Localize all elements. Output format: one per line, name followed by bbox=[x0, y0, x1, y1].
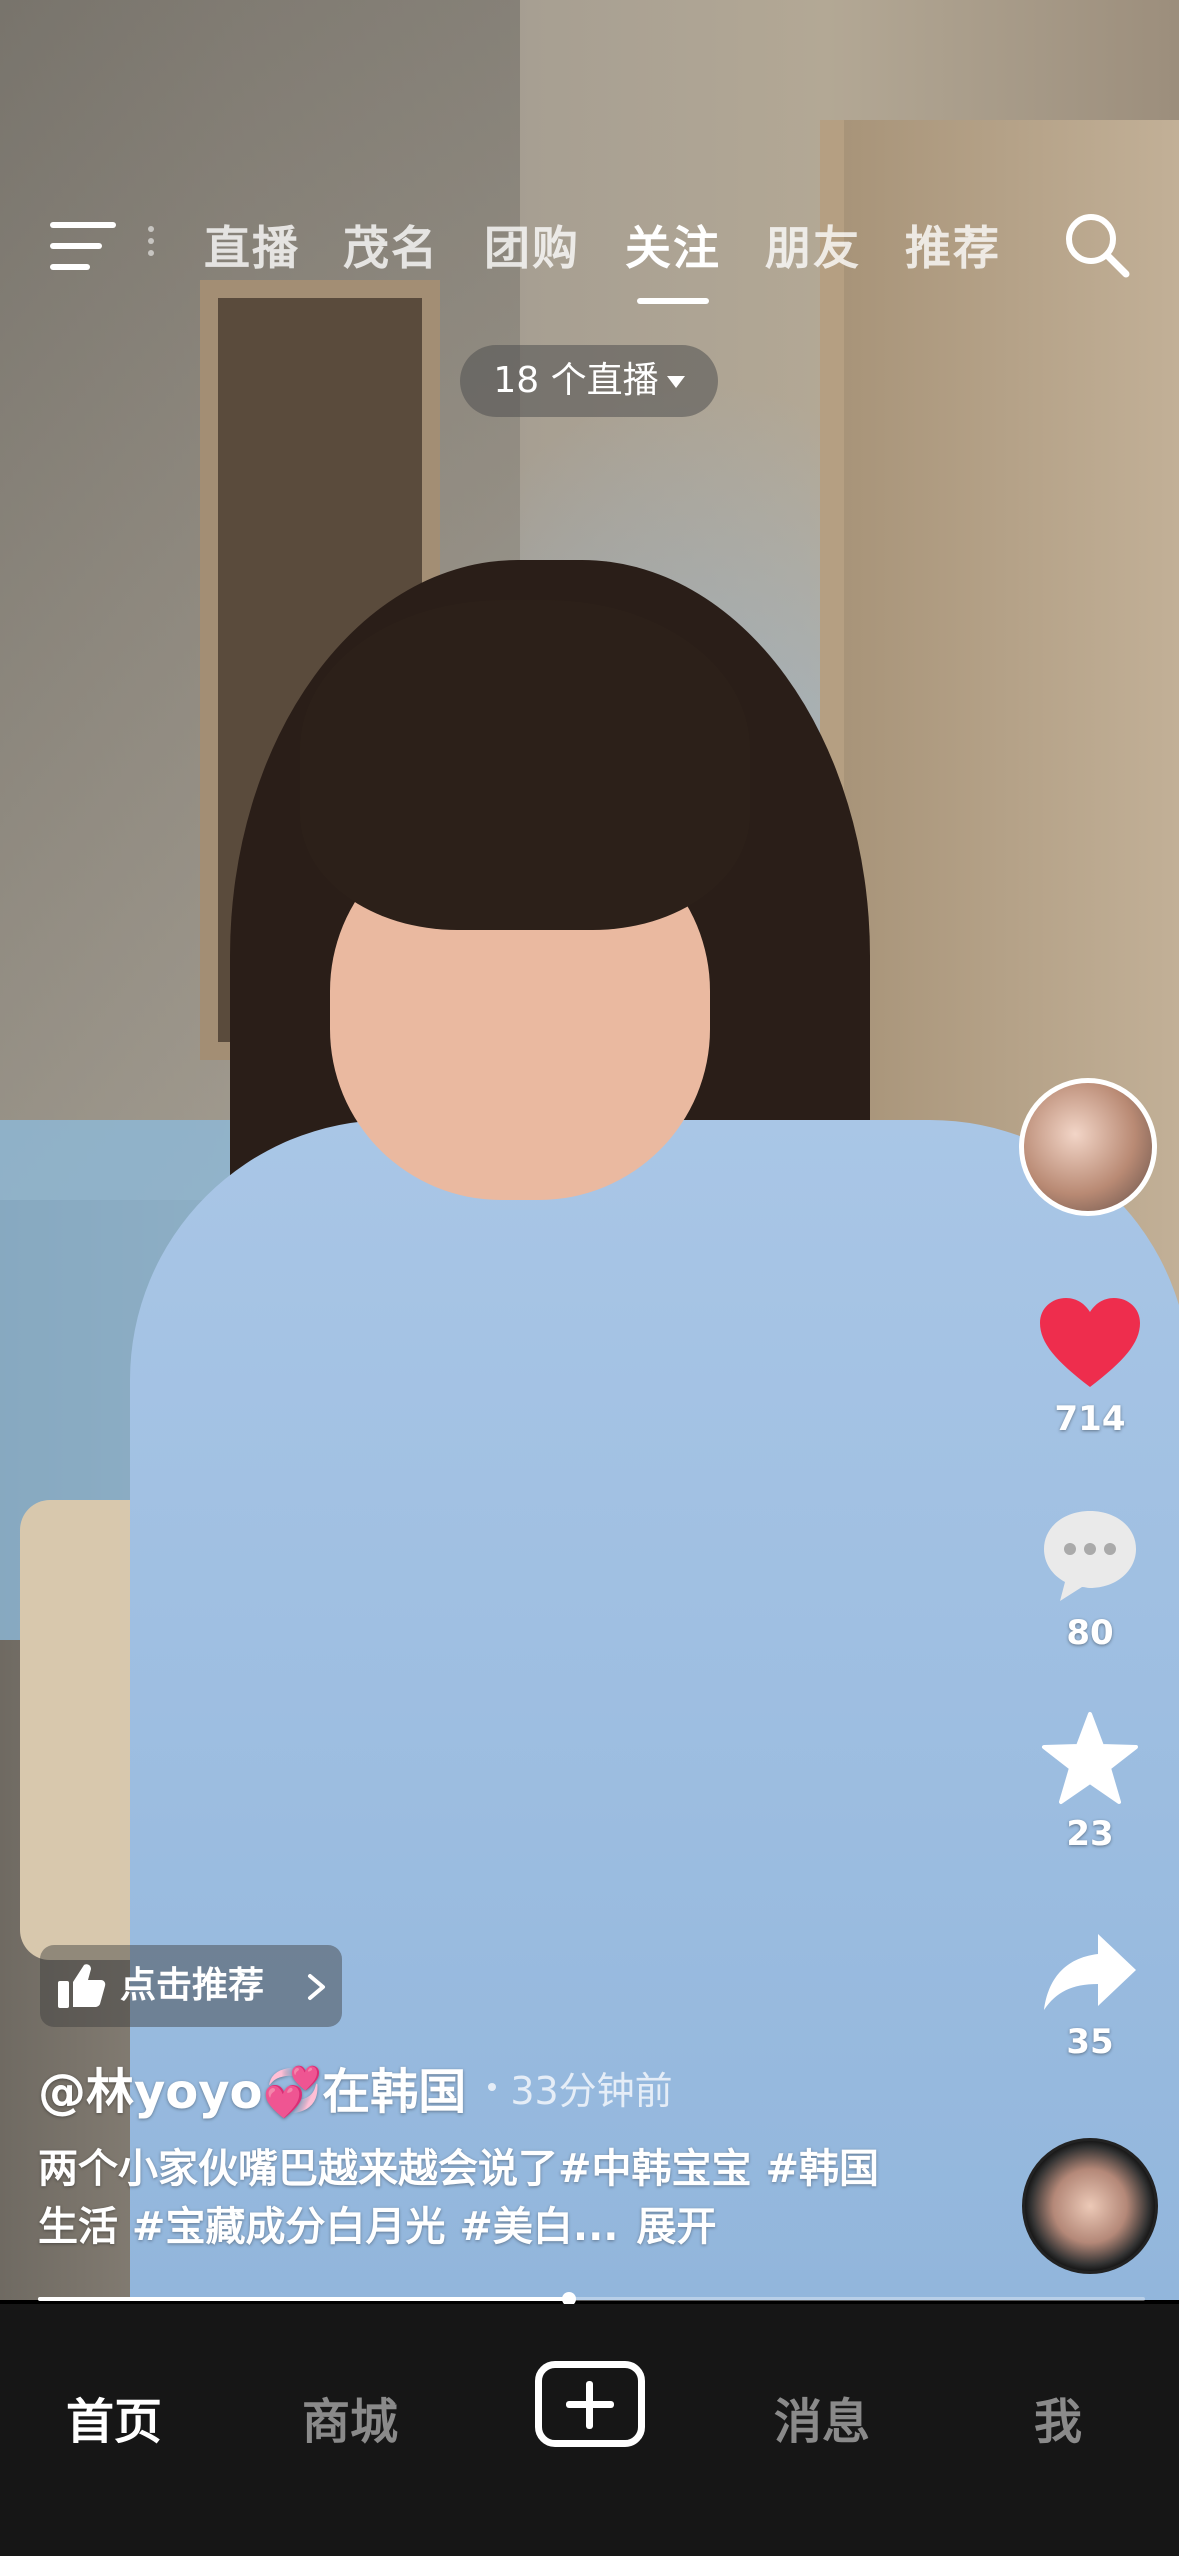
expand-link[interactable]: 展开 bbox=[636, 2204, 716, 2250]
like-count: 714 bbox=[1054, 1399, 1126, 1439]
favorite-button[interactable]: 23 bbox=[1015, 1710, 1165, 1854]
favorite-count: 23 bbox=[1066, 1814, 1114, 1854]
video-progress-fill bbox=[38, 2297, 570, 2301]
thumbs-up-icon bbox=[58, 1964, 106, 2008]
tab-local[interactable]: 茂名 bbox=[343, 212, 439, 278]
share-icon bbox=[1044, 1934, 1136, 2010]
post-caption[interactable]: 两个小家伙嘴巴越来越会说了#中韩宝宝 #韩国生活 #宝藏成分白月光 #美白...… bbox=[38, 2140, 898, 2256]
video-subject-bangs bbox=[300, 600, 750, 930]
live-count-label: 18 个直播 bbox=[493, 360, 659, 401]
recommend-button[interactable]: 点击推荐 bbox=[40, 1945, 342, 2027]
recommend-label: 点击推荐 bbox=[120, 1965, 265, 2006]
music-disc[interactable] bbox=[1022, 2138, 1158, 2274]
live-count-pill[interactable]: 18 个直播 bbox=[460, 345, 718, 417]
tab-messages[interactable]: 消息 bbox=[774, 2382, 870, 2452]
author-avatar[interactable] bbox=[1019, 1078, 1157, 1216]
share-count: 35 bbox=[1066, 2022, 1114, 2062]
star-icon bbox=[1042, 1712, 1138, 1804]
caret-down-icon bbox=[666, 376, 685, 388]
search-icon[interactable] bbox=[1062, 210, 1132, 280]
author-row: @林yoyo💞在韩国 33分钟前 bbox=[38, 2052, 673, 2132]
separator-dot bbox=[488, 2083, 497, 2091]
heart-icon bbox=[1040, 1298, 1140, 1387]
chevron-right-icon bbox=[308, 1974, 325, 2000]
menu-dots-icon bbox=[148, 226, 156, 266]
tab-following[interactable]: 关注 bbox=[625, 212, 721, 278]
caption-text: 两个小家伙嘴巴越来越会说了#中韩宝宝 #韩国生活 #宝藏成分白月光 #美白... bbox=[38, 2146, 879, 2250]
tab-group-buy[interactable]: 团购 bbox=[484, 212, 580, 278]
create-post-button[interactable] bbox=[535, 2361, 645, 2447]
tab-home[interactable]: 首页 bbox=[66, 2382, 162, 2452]
tab-live[interactable]: 直播 bbox=[204, 212, 300, 278]
tab-friends[interactable]: 朋友 bbox=[765, 212, 861, 278]
comment-count: 80 bbox=[1066, 1613, 1114, 1653]
comment-icon bbox=[1044, 1511, 1136, 1601]
active-tab-indicator bbox=[637, 298, 709, 304]
author-name[interactable]: @林yoyo💞在韩国 bbox=[38, 2052, 466, 2122]
bottom-tab-bar: 首页 商城 消息 我 bbox=[0, 2304, 1179, 2556]
tab-me[interactable]: 我 bbox=[1034, 2382, 1082, 2452]
tab-recommend[interactable]: 推荐 bbox=[905, 212, 1001, 278]
comment-button[interactable]: 80 bbox=[1015, 1505, 1165, 1653]
tab-mall[interactable]: 商城 bbox=[302, 2382, 398, 2452]
menu-icon[interactable] bbox=[50, 222, 116, 270]
share-button[interactable]: 35 bbox=[1015, 1930, 1165, 2062]
like-button[interactable]: 714 bbox=[1015, 1295, 1165, 1439]
post-time: 33分钟前 bbox=[510, 2068, 673, 2113]
video-progress-bar[interactable] bbox=[38, 2292, 1145, 2306]
top-navigation: 直播 茂名 团购 关注 朋友 推荐 bbox=[0, 190, 1179, 304]
